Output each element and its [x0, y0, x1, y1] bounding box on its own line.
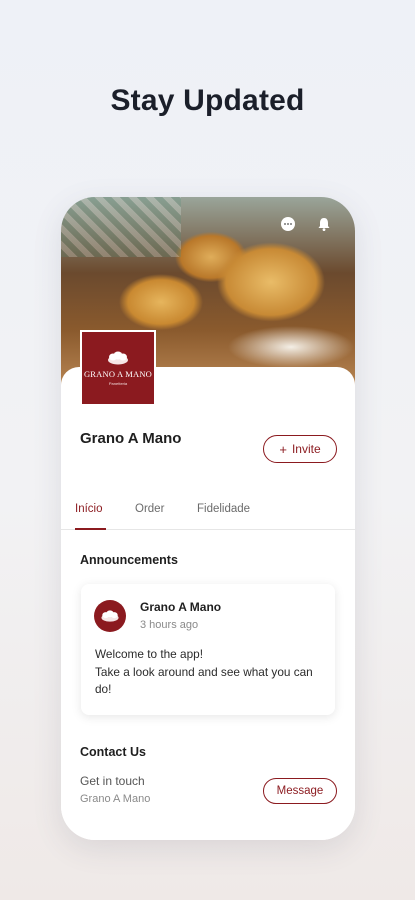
- top-icon-bar: [279, 215, 333, 233]
- contact-sub: Grano A Mano: [80, 793, 151, 805]
- contact-title: Contact Us: [80, 745, 146, 759]
- avatar: [94, 600, 126, 632]
- phone-mockup: GRANO A MANO Panetteria Grano A Mano + I…: [61, 197, 355, 840]
- logo-text: GRANO A MANO: [83, 368, 153, 379]
- hero-background-pattern: [61, 197, 181, 257]
- business-logo: GRANO A MANO Panetteria: [80, 330, 156, 406]
- business-name: Grano A Mano: [80, 430, 182, 447]
- page-headline: Stay Updated: [110, 84, 305, 117]
- post-body-line2: Take a look around and see what you can …: [95, 664, 313, 697]
- tab-order[interactable]: Order: [135, 503, 164, 515]
- announcement-card[interactable]: Grano A Mano 3 hours ago Welcome to the …: [81, 584, 335, 715]
- post-body: Welcome to the app! Take a look around a…: [95, 646, 325, 699]
- plus-icon: +: [279, 441, 287, 457]
- message-button[interactable]: Message: [263, 778, 337, 804]
- post-author: Grano A Mano: [140, 600, 222, 614]
- announcements-title: Announcements: [80, 553, 178, 567]
- bell-icon[interactable]: [315, 215, 333, 233]
- bread-logo-icon: [101, 610, 119, 622]
- post-body-line1: Welcome to the app!: [95, 647, 203, 661]
- tab-inicio[interactable]: Início: [75, 503, 103, 515]
- active-tab-indicator: [75, 528, 106, 530]
- invite-label: Invite: [291, 442, 321, 456]
- tab-fidelidade[interactable]: Fidelidade: [197, 503, 250, 515]
- chat-bubble-icon[interactable]: [279, 215, 297, 233]
- contact-label: Get in touch: [80, 774, 145, 788]
- post-timestamp: 3 hours ago: [140, 619, 199, 631]
- logo-subtext: Panetteria: [108, 380, 128, 386]
- bread-logo-icon: [108, 351, 128, 364]
- invite-button[interactable]: + Invite: [263, 435, 337, 463]
- tab-bar: Início Order Fidelidade: [61, 500, 355, 530]
